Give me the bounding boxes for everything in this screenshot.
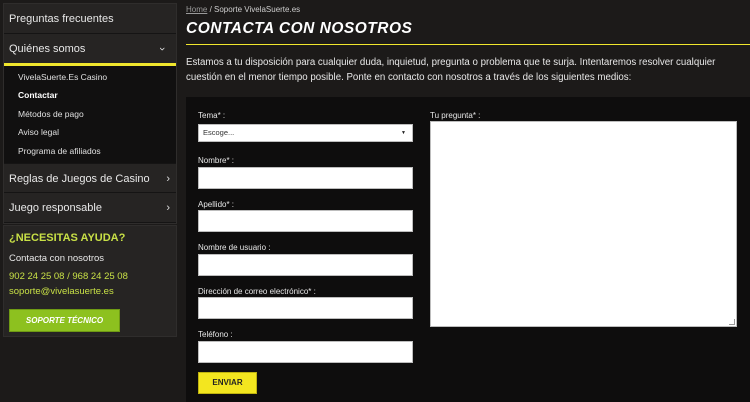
sidebar-subitem-contactar[interactable]: Contactar	[4, 86, 176, 104]
sidebar-subitem-metodos-pago[interactable]: Métodos de pago	[4, 105, 176, 123]
breadcrumb-home-link[interactable]: Home	[186, 5, 207, 14]
sidebar-nav: Preguntas frecuentes Quiénes somos › Viv…	[3, 3, 177, 224]
usuario-input[interactable]	[198, 254, 413, 276]
sidebar-item-preguntas-frecuentes[interactable]: Preguntas frecuentes	[4, 4, 176, 34]
apellido-label: Apellido* :	[198, 200, 235, 209]
sidebar-subitem-afiliados[interactable]: Programa de afiliados	[4, 142, 176, 160]
resize-handle-icon[interactable]	[729, 319, 735, 325]
caret-down-icon: ▼	[401, 130, 406, 136]
help-box: ¿NECESITAS AYUDA? Contacta con nosotros …	[3, 225, 177, 337]
pregunta-label: Tu pregunta* :	[430, 111, 481, 120]
nombre-label: Nombre* :	[198, 156, 235, 165]
sidebar: Preguntas frecuentes Quiénes somos › Viv…	[3, 3, 177, 224]
contact-form: Tema* : Escoge... ▼ Nombre* : Apellido* …	[186, 97, 750, 402]
help-email-link[interactable]: soporte@vivelasuerte.es	[9, 284, 171, 299]
chevron-right-icon: ›	[166, 172, 170, 185]
sidebar-item-quienes-somos[interactable]: Quiénes somos ›	[4, 34, 176, 66]
title-divider	[186, 44, 750, 45]
send-button[interactable]: ENVIAR	[198, 372, 257, 394]
sidebar-item-label: Reglas de Juegos de Casino	[9, 172, 150, 185]
help-phones: 902 24 25 08 / 968 24 25 08	[9, 271, 128, 282]
sidebar-item-label: Preguntas frecuentes	[9, 13, 114, 25]
sidebar-subitem-aviso-legal[interactable]: Aviso legal	[4, 123, 176, 141]
telefono-label: Teléfono :	[198, 330, 233, 339]
help-title: ¿NECESITAS AYUDA?	[9, 232, 126, 244]
breadcrumb-separator: /	[207, 5, 215, 14]
usuario-label: Nombre de usuario :	[198, 243, 271, 252]
telefono-input[interactable]	[198, 341, 413, 363]
pregunta-textarea[interactable]	[430, 121, 737, 327]
tema-label: Tema* :	[198, 111, 226, 120]
intro-text: Estamos a tu disposición para cualquier …	[186, 57, 716, 83]
sidebar-subnav: VivelaSuerte.Es Casino Contactar Métodos…	[4, 66, 176, 163]
apellido-input[interactable]	[198, 210, 413, 232]
page-title: CONTACTA CON NOSOTROS	[186, 20, 413, 37]
tech-support-button[interactable]: SOPORTE TÉCNICO	[9, 309, 120, 332]
nombre-input[interactable]	[198, 167, 413, 189]
sidebar-subitem-casino[interactable]: VivelaSuerte.Es Casino	[4, 68, 176, 86]
tema-select[interactable]: Escoge... ▼	[198, 124, 413, 142]
breadcrumb: Home / Soporte VivelaSuerte.es	[186, 5, 300, 14]
sidebar-item-label: Quiénes somos	[9, 43, 86, 55]
sidebar-item-juego-responsable[interactable]: Juego responsable ›	[4, 193, 176, 223]
email-input[interactable]	[198, 297, 413, 319]
email-label: Dirección de correo electrónico* :	[198, 287, 316, 296]
tema-select-value: Escoge...	[203, 128, 235, 137]
sidebar-item-label: Juego responsable	[9, 201, 102, 214]
sidebar-item-reglas-juegos[interactable]: Reglas de Juegos de Casino ›	[4, 162, 176, 193]
help-contact-text: Contacta con nosotros	[9, 253, 105, 264]
breadcrumb-current: Soporte VivelaSuerte.es	[214, 5, 301, 14]
chevron-right-icon: ›	[166, 201, 170, 214]
